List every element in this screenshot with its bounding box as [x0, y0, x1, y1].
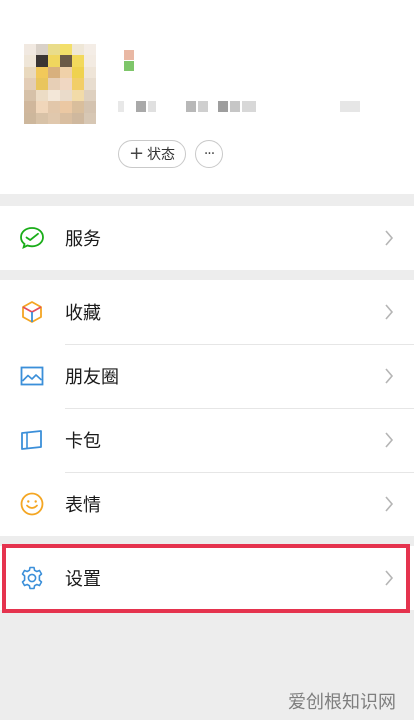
menu-item-moments[interactable]: 朋友圈 — [0, 344, 414, 408]
watermark-text: 爱创根知识网 — [288, 692, 396, 713]
features-section: 收藏 朋友圈 卡包 表情 — [0, 280, 414, 536]
card-icon — [21, 430, 42, 450]
chevron-right-icon — [385, 368, 394, 384]
more-icon: ··· — [203, 146, 215, 162]
menu-item-cards[interactable]: 卡包 — [0, 408, 414, 472]
chevron-right-icon — [385, 432, 394, 448]
cube-icon — [22, 301, 42, 323]
menu-item-stickers[interactable]: 表情 — [0, 472, 414, 536]
settings-highlight-box — [2, 544, 410, 613]
menu-label-cards: 卡包 — [65, 431, 101, 452]
avatar[interactable] — [24, 44, 96, 124]
services-section: 服务 — [0, 206, 414, 270]
chevron-right-icon — [385, 230, 394, 246]
status-label: 状态 — [147, 147, 176, 163]
nickname — [124, 50, 134, 72]
menu-label-stickers: 表情 — [65, 495, 101, 516]
profile-header[interactable]: + 状态 ··· — [0, 0, 414, 194]
wechat-pay-icon — [20, 227, 44, 249]
add-status-button[interactable]: + 状态 — [118, 140, 186, 168]
more-status-button[interactable]: ··· — [195, 140, 223, 168]
wechat-id — [118, 101, 368, 113]
menu-item-favorites[interactable]: 收藏 — [0, 280, 414, 344]
menu-label-moments: 朋友圈 — [65, 367, 119, 388]
chevron-right-icon — [385, 496, 394, 512]
plus-icon: + — [128, 143, 145, 164]
smiley-icon — [20, 492, 44, 516]
menu-label-favorites: 收藏 — [65, 303, 101, 324]
chevron-right-icon — [385, 304, 394, 320]
image-icon — [20, 366, 44, 386]
menu-label-services: 服务 — [65, 229, 101, 250]
menu-item-services[interactable]: 服务 — [0, 206, 414, 270]
